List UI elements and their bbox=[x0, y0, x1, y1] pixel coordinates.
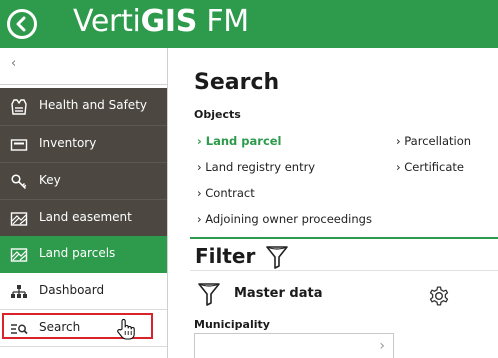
brand-part-3: FM bbox=[197, 4, 249, 39]
link-certificate[interactable]: › Certificate bbox=[396, 160, 464, 174]
sidebar-item-dashboard[interactable]: Dashboard bbox=[0, 273, 167, 310]
sidebar: ‹ Health and Safety Inventory Key Land e… bbox=[0, 48, 168, 358]
link-label: Land registry entry bbox=[205, 160, 316, 174]
master-data-label: Master data bbox=[234, 286, 323, 301]
funnel-icon[interactable] bbox=[265, 244, 289, 270]
funnel-icon bbox=[198, 283, 220, 306]
brand-part-1: Verti bbox=[73, 4, 141, 39]
sidebar-item-label: Key bbox=[39, 173, 61, 187]
page-title: Search bbox=[194, 70, 280, 95]
sidebar-item-health-and-safety[interactable]: Health and Safety bbox=[0, 88, 167, 125]
link-land-registry-entry[interactable]: › Land registry entry bbox=[197, 160, 315, 174]
sidebar-item-search[interactable]: Search bbox=[0, 310, 167, 347]
link-chevron: › bbox=[396, 160, 401, 174]
sidebar-item-inventory[interactable]: Inventory bbox=[0, 125, 167, 162]
brand-part-2: GIS bbox=[140, 4, 198, 39]
sidebar-item-land-parcels[interactable]: Land parcels bbox=[0, 236, 167, 273]
link-label: Contract bbox=[205, 186, 255, 200]
sidebar-item-label: Inventory bbox=[39, 136, 97, 150]
sidebar-item-label: Health and Safety bbox=[39, 98, 147, 112]
link-label: Land parcel bbox=[205, 134, 282, 148]
link-chevron: › bbox=[197, 186, 202, 200]
link-contract[interactable]: › Contract bbox=[197, 186, 255, 200]
map-icon bbox=[10, 248, 28, 262]
link-label: Parcellation bbox=[404, 134, 472, 148]
app-title: VertiGIS FM bbox=[73, 1, 249, 43]
key-icon bbox=[11, 174, 27, 190]
main-content: Search Objects › Land parcel › Land regi… bbox=[169, 48, 498, 358]
back-button[interactable] bbox=[7, 9, 37, 39]
link-chevron: › bbox=[396, 134, 401, 148]
arrow-left-icon bbox=[16, 16, 26, 32]
objects-label: Objects bbox=[194, 108, 241, 121]
link-chevron: › bbox=[197, 160, 202, 174]
section-divider bbox=[190, 270, 498, 271]
inventory-card-icon bbox=[10, 139, 28, 151]
filter-title: Filter bbox=[195, 244, 256, 268]
map-icon bbox=[10, 212, 28, 226]
link-parcellation[interactable]: › Parcellation bbox=[396, 134, 471, 148]
sidebar-item-label: Land easement bbox=[39, 210, 132, 224]
municipality-field[interactable]: › bbox=[194, 333, 394, 358]
municipality-label: Municipality bbox=[194, 318, 270, 331]
link-land-parcel[interactable]: › Land parcel bbox=[197, 134, 282, 148]
link-chevron: › bbox=[197, 134, 202, 148]
sidebar-item-key[interactable]: Key bbox=[0, 162, 167, 199]
link-label: Certificate bbox=[404, 160, 465, 174]
hierarchy-icon bbox=[11, 285, 27, 298]
filter-divider bbox=[190, 237, 498, 239]
link-label: Adjoining owner proceedings bbox=[205, 212, 372, 226]
gear-icon[interactable] bbox=[427, 284, 451, 308]
sidebar-item-land-easement[interactable]: Land easement bbox=[0, 199, 167, 236]
chevron-right-icon: › bbox=[379, 338, 385, 354]
safety-vest-icon bbox=[11, 99, 27, 115]
sidebar-collapse-button[interactable]: ‹ bbox=[0, 48, 167, 85]
sidebar-item-label: Land parcels bbox=[39, 246, 116, 260]
hand-pointer-icon bbox=[117, 318, 135, 340]
sidebar-item-label: Dashboard bbox=[39, 283, 105, 297]
chevron-left-icon: ‹ bbox=[11, 56, 17, 71]
link-adjoining-owner-proceedings[interactable]: › Adjoining owner proceedings bbox=[197, 212, 372, 226]
link-chevron: › bbox=[197, 212, 202, 226]
app-header: VertiGIS FM bbox=[0, 0, 498, 48]
